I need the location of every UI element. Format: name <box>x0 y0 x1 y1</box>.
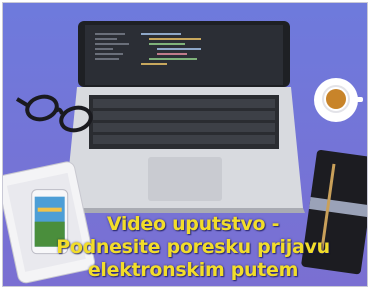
caption-line-2: Podnesite poresku prijavu <box>56 236 330 258</box>
video-title-caption: Video uputstvo - Podnesite poresku prija… <box>43 213 343 282</box>
caption-line-3: elektronskim putem <box>87 259 299 281</box>
caption-line-1: Video uputstvo - <box>106 213 280 235</box>
laptop-icon <box>63 21 305 213</box>
thumbnail-frame: Video uputstvo - Podnesite poresku prija… <box>2 2 368 287</box>
